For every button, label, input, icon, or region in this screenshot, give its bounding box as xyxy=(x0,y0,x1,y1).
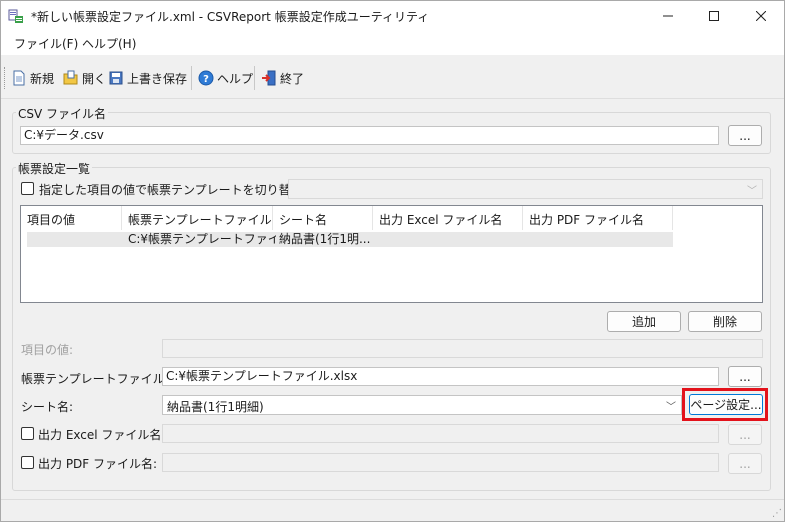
item-value-input xyxy=(162,339,763,358)
switch-template-label: 指定した項目の値で帳票テンプレートを切り替える: xyxy=(39,183,319,197)
excel-output-label: 出力 Excel ファイル名: xyxy=(38,428,166,442)
sheet-value: 納品書(1行1明細) xyxy=(167,400,264,414)
column-header-excel[interactable]: 出力 Excel ファイル名 xyxy=(373,206,523,230)
sheet-label: シート名: xyxy=(21,400,74,414)
switch-field-combo: ﹀ xyxy=(288,179,763,199)
pdf-browse-button: ... xyxy=(728,453,762,474)
report-settings-list[interactable]: 項目の値 帳票テンプレートファイル名 シート名 出力 Excel ファイル名 出… xyxy=(20,205,763,303)
template-file-label: 帳票テンプレートファイル名: xyxy=(21,372,181,386)
excel-output-input xyxy=(162,424,719,443)
pdf-output-input xyxy=(162,453,719,472)
exit-door-icon xyxy=(262,70,276,86)
save-button[interactable]: 上書き保存 xyxy=(108,67,187,89)
window-title: *新しい帳票設定ファイル.xml - CSVReport 帳票設定作成ユーティリ… xyxy=(31,10,430,24)
add-button[interactable]: 追加 xyxy=(607,311,681,332)
resize-grip-icon[interactable]: ⋰ xyxy=(772,508,782,519)
pdf-output-checkbox[interactable] xyxy=(21,456,34,469)
svg-text:?: ? xyxy=(203,74,209,85)
app-window: *新しい帳票設定ファイル.xml - CSVReport 帳票設定作成ユーティリ… xyxy=(0,0,785,522)
help-icon: ? xyxy=(198,70,214,86)
minimize-icon xyxy=(663,15,673,17)
maximize-button[interactable] xyxy=(691,1,737,31)
csv-group-label: CSV ファイル名 xyxy=(16,105,109,122)
minimize-button[interactable] xyxy=(645,1,691,31)
item-value-label: 項目の値: xyxy=(21,343,74,357)
help-button[interactable]: ? ヘルプ xyxy=(198,67,253,89)
toolbar: 新規 開く 上書き保存 ? ヘルプ 終了 xyxy=(1,57,784,99)
exit-button[interactable]: 終了 xyxy=(261,67,304,89)
cell-template: C:¥帳票テンプレートファイル... xyxy=(128,232,276,246)
csv-browse-button[interactable]: ... xyxy=(728,125,762,146)
template-browse-button[interactable]: ... xyxy=(728,366,762,387)
save-icon xyxy=(109,71,123,85)
table-row[interactable]: C:¥帳票テンプレートファイル... 納品書(1行1明... xyxy=(27,232,673,247)
toolbar-grip[interactable] xyxy=(4,67,7,89)
column-header-pdf[interactable]: 出力 PDF ファイル名 xyxy=(523,206,673,230)
chevron-down-icon: ﹀ xyxy=(666,402,676,413)
open-folder-icon xyxy=(63,70,78,85)
excel-output-checkbox[interactable] xyxy=(21,427,34,440)
csv-file-input[interactable]: C:¥データ.csv xyxy=(20,126,719,145)
close-button[interactable] xyxy=(738,1,784,31)
chevron-down-icon: ﹀ xyxy=(747,186,757,197)
new-button[interactable]: 新規 xyxy=(11,67,54,89)
status-strip: ⋰ xyxy=(1,499,784,521)
open-button[interactable]: 開く xyxy=(63,67,106,89)
switch-template-checkbox[interactable] xyxy=(21,182,34,195)
maximize-icon xyxy=(709,11,719,21)
column-header-sheet[interactable]: シート名 xyxy=(273,206,373,230)
excel-browse-button: ... xyxy=(728,424,762,445)
template-file-input[interactable]: C:¥帳票テンプレートファイル.xlsx xyxy=(162,367,719,386)
menu-bar: ファイル(F) ヘルプ(H) xyxy=(1,31,784,55)
exit-label: 終了 xyxy=(280,71,305,86)
menu-help[interactable]: ヘルプ(H) xyxy=(82,35,136,52)
open-label: 開く xyxy=(82,71,107,86)
new-label: 新規 xyxy=(30,71,55,86)
title-bar: *新しい帳票設定ファイル.xml - CSVReport 帳票設定作成ユーティリ… xyxy=(1,1,784,31)
menu-file[interactable]: ファイル(F) xyxy=(14,35,78,52)
save-label: 上書き保存 xyxy=(127,71,188,86)
toolbar-separator xyxy=(254,66,255,90)
pdf-output-label: 出力 PDF ファイル名: xyxy=(38,457,158,471)
delete-button[interactable]: 削除 xyxy=(688,311,762,332)
app-icon xyxy=(8,9,23,23)
column-header-item-value[interactable]: 項目の値 xyxy=(21,206,122,230)
report-settings-group-label: 帳票設定一覧 xyxy=(16,160,93,177)
help-label: ヘルプ xyxy=(217,71,254,86)
close-icon xyxy=(756,11,766,21)
column-header-template[interactable]: 帳票テンプレートファイル名 xyxy=(122,206,273,230)
annotation-highlight-box xyxy=(682,388,768,421)
new-file-icon xyxy=(13,70,25,86)
sheet-combo[interactable]: 納品書(1行1明細) ﹀ xyxy=(162,395,682,415)
toolbar-separator xyxy=(191,66,192,90)
cell-sheet: 納品書(1行1明... xyxy=(279,232,371,246)
